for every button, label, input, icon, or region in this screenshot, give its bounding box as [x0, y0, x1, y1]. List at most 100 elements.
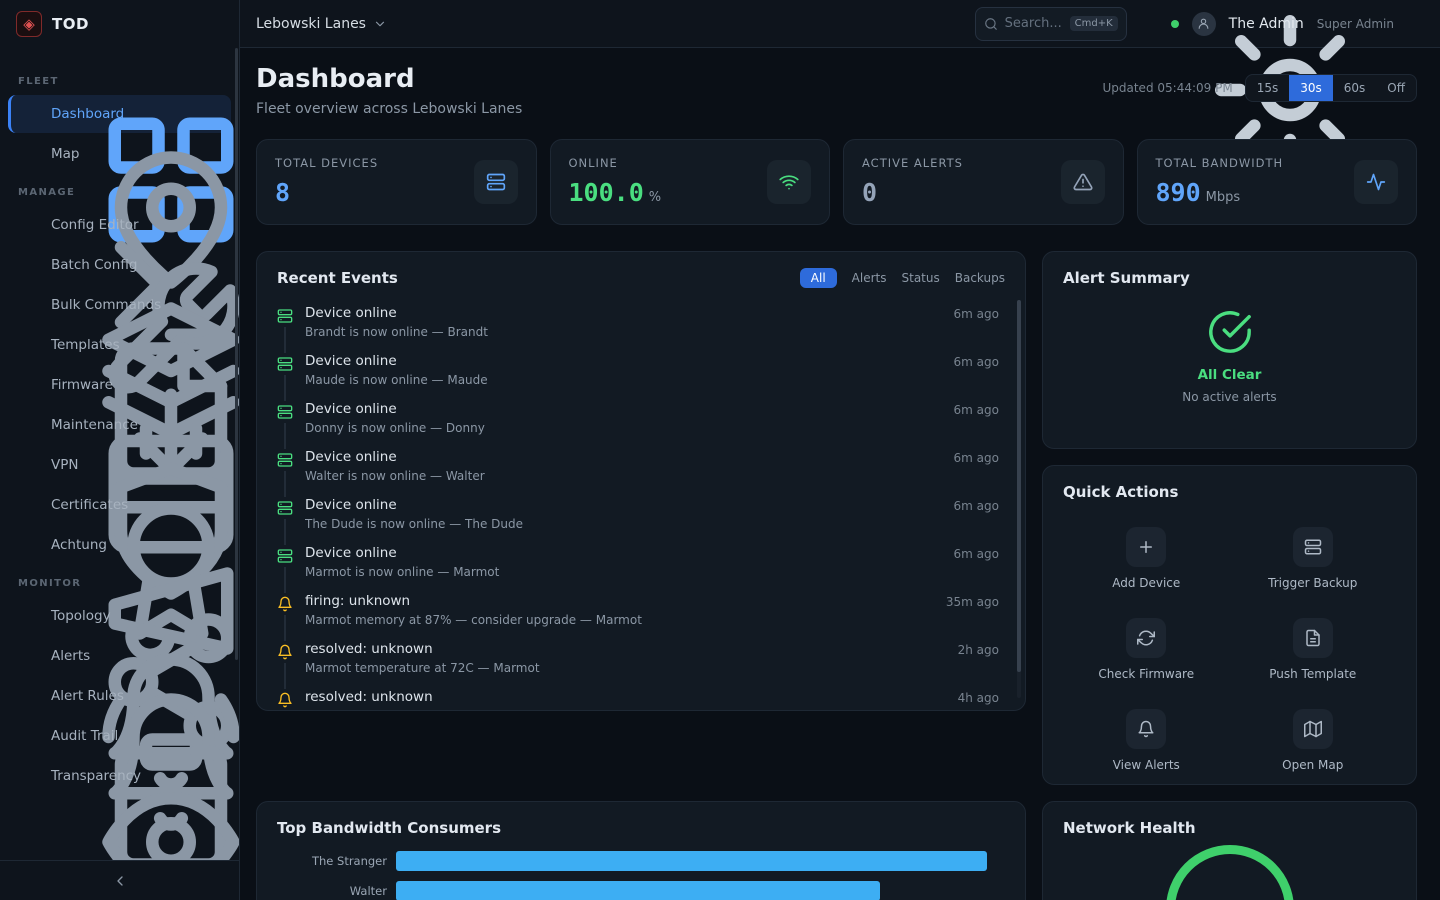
push-template-button[interactable]: Push Template — [1230, 612, 1397, 687]
stat-value: 0 — [862, 178, 877, 207]
event-row[interactable]: firing: unknownMarmot memory at 87% — co… — [257, 586, 1025, 634]
check-circle-icon — [1207, 309, 1253, 355]
sidebar-section-fleet: FLEET — [0, 76, 239, 87]
stat-unit: % — [649, 190, 661, 205]
wifi-icon — [767, 160, 811, 204]
file-icon — [1293, 618, 1333, 658]
event-row[interactable]: Device online Brandt is now online — Bran… — [257, 298, 1025, 346]
filter-tab-all[interactable]: All — [800, 268, 837, 288]
add-device-button[interactable]: Add Device — [1063, 521, 1230, 596]
wrench-icon — [21, 256, 39, 274]
chevron-left-icon — [112, 873, 128, 889]
bar-row: Walter — [277, 881, 1005, 900]
event-detail: Brandt is now online — Brandt — [305, 325, 942, 339]
updated-timestamp: Updated 05:44:09 PM — [1102, 81, 1232, 95]
sidebar-scrollbar[interactable] — [235, 48, 238, 660]
stat-value: 100.0 — [569, 178, 644, 207]
event-time: 6m ago — [954, 305, 999, 339]
sidebar-item-label: Map — [51, 146, 80, 162]
sidebar-item-label: Bulk Commands — [51, 297, 161, 313]
filter-tab-backups[interactable]: Backups — [955, 271, 1005, 285]
event-title: resolved: unknown — [305, 641, 946, 657]
stat-value: 8 — [275, 178, 290, 207]
action-label: Push Template — [1269, 667, 1356, 681]
event-detail: The Dude is now online — The Dude — [305, 517, 942, 531]
stat-label: TOTAL BANDWIDTH — [1156, 156, 1284, 170]
bandwidth-bar-chart: The Stranger Walter — [277, 851, 1005, 900]
sidebar-collapse-button[interactable] — [0, 860, 239, 900]
action-label: Trigger Backup — [1268, 576, 1357, 590]
server-icon — [277, 404, 293, 420]
sidebar-item-label: Batch Config — [51, 257, 137, 273]
org-selector[interactable]: Lebowski Lanes — [256, 16, 387, 32]
server-icon — [277, 548, 293, 564]
event-time: 6m ago — [954, 497, 999, 531]
event-detail: Marmot is now online — Marmot — [305, 565, 942, 579]
sidebar-item-label: Templates — [51, 337, 120, 353]
activity-icon — [1354, 160, 1398, 204]
chevron-down-icon — [373, 17, 387, 31]
event-detail: Marmot temperature at 72C — Marmot — [305, 661, 946, 675]
bar-label: Walter — [277, 884, 387, 898]
quick-actions-title: Quick Actions — [1063, 483, 1178, 501]
view-alerts-button[interactable]: View Alerts — [1063, 703, 1230, 778]
dashboard-grid-icon — [21, 105, 39, 123]
interval-15s-button[interactable]: 15s — [1246, 75, 1290, 101]
network-health-card: Network Health — [1042, 801, 1417, 900]
shield-icon — [21, 456, 39, 474]
eye-icon — [21, 767, 39, 785]
bandwidth-bar — [396, 851, 987, 871]
sidebar-item-label: Firmware — [51, 377, 113, 393]
avatar[interactable] — [1192, 12, 1216, 36]
app-logo: ◈ TOD — [0, 0, 239, 48]
stat-label: TOTAL DEVICES — [275, 156, 378, 170]
interval-30s-button[interactable]: 30s — [1289, 75, 1333, 101]
trigger-backup-button[interactable]: Trigger Backup — [1230, 521, 1397, 596]
topbar: Lebowski Lanes Cmd+K The Admin Super Adm… — [240, 0, 1440, 48]
megaphone-icon — [21, 536, 39, 554]
event-title: Device online — [305, 305, 942, 321]
alert-status-detail: No active alerts — [1182, 390, 1276, 404]
download-icon — [21, 376, 39, 394]
filter-tab-alerts[interactable]: Alerts — [852, 271, 887, 285]
map-pin-icon — [21, 145, 39, 163]
interval-off-button[interactable]: Off — [1376, 75, 1416, 101]
event-filter-tabs: All Alerts Status Backups — [800, 268, 1005, 288]
bell-icon — [277, 644, 293, 660]
event-time: 6m ago — [954, 353, 999, 387]
theme-toggle-sun-icon[interactable] — [1140, 15, 1158, 33]
event-row[interactable]: Device onlineMarmot is now online — Marm… — [257, 538, 1025, 586]
sidebar-item-label: Topology — [51, 608, 111, 624]
event-row[interactable]: Device onlineThe Dude is now online — Th… — [257, 490, 1025, 538]
network-icon — [21, 607, 39, 625]
alert-status-text: All Clear — [1198, 367, 1262, 383]
connection-status-dot — [1171, 20, 1179, 28]
sidebar-item-dashboard[interactable]: Dashboard — [8, 95, 231, 133]
sidebar-item-label: Dashboard — [51, 106, 124, 122]
event-row[interactable]: Device onlineWalter is now online — Walt… — [257, 442, 1025, 490]
main-area: Lebowski Lanes Cmd+K The Admin Super Adm… — [240, 0, 1440, 900]
event-row[interactable]: Device onlineDonny is now online — Donny… — [257, 394, 1025, 442]
search-shortcut-badge: Cmd+K — [1070, 16, 1118, 31]
check-firmware-button[interactable]: Check Firmware — [1063, 612, 1230, 687]
search-icon — [984, 17, 998, 31]
event-time: 6m ago — [954, 401, 999, 435]
event-row[interactable]: resolved: unknown Marmot temperature at 7… — [257, 634, 1025, 682]
search-input[interactable] — [1005, 16, 1063, 31]
event-row[interactable]: resolved: unknown 4h ago — [257, 682, 1025, 711]
search-box[interactable]: Cmd+K — [975, 7, 1127, 41]
bar-label: The Stranger — [277, 854, 387, 868]
stat-label: ONLINE — [569, 156, 662, 170]
app-name: TOD — [52, 15, 89, 33]
event-time: 2h ago — [958, 641, 999, 675]
interval-60s-button[interactable]: 60s — [1333, 75, 1377, 101]
user-menu-chevron-icon[interactable] — [1407, 16, 1422, 31]
refresh-icon — [1126, 618, 1166, 658]
events-scrollbar-thumb[interactable] — [1017, 300, 1021, 672]
open-map-button[interactable]: Open Map — [1230, 703, 1397, 778]
bell-icon — [21, 647, 39, 665]
stat-label: ACTIVE ALERTS — [862, 156, 963, 170]
event-time: 6m ago — [954, 545, 999, 579]
filter-tab-status[interactable]: Status — [902, 271, 940, 285]
event-row[interactable]: Device onlineMaude is now online — Maude… — [257, 346, 1025, 394]
